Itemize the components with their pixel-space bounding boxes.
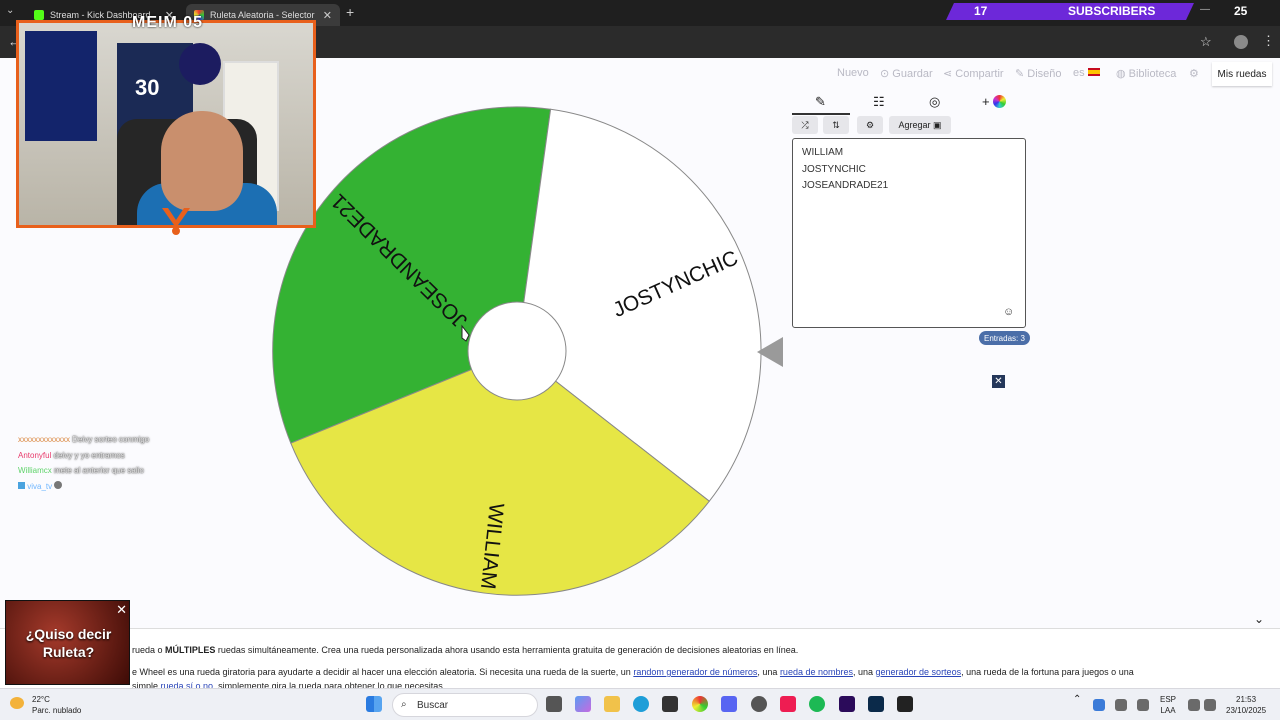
link-random-numbers[interactable]: random generador de números (633, 667, 757, 677)
weather-widget[interactable]: 22°C Parc. nublado (10, 694, 81, 716)
chat-message: Williamcx mete al anterior que salio (18, 463, 149, 479)
task-view-icon[interactable] (546, 696, 562, 712)
edge-icon[interactable] (633, 696, 649, 712)
start-icon[interactable] (366, 696, 382, 712)
description-line: rueda o MÚLTIPLES ruedas simultáneamente… (132, 645, 798, 655)
cam-poster (179, 43, 221, 85)
copilot-icon[interactable] (575, 696, 591, 712)
chat-message: viva_tv (18, 479, 149, 495)
link-name-wheel[interactable]: rueda de nombres (780, 667, 853, 677)
photoshop-icon[interactable] (868, 696, 884, 712)
network-icon[interactable] (1188, 699, 1200, 711)
tiktok-icon[interactable] (780, 696, 796, 712)
clock-time: 21:53 (1236, 695, 1257, 704)
text: e Wheel es una rueda giratoria para ayud… (132, 667, 634, 677)
link-raffle[interactable]: generador de sorteos (876, 667, 962, 677)
discord-icon[interactable] (721, 696, 737, 712)
chrome-icon[interactable] (692, 696, 708, 712)
tray-icon[interactable] (1137, 699, 1149, 711)
chat-text: Deivy sorteo conmigo (72, 435, 150, 444)
text: , una (757, 667, 780, 677)
popup-close-button[interactable]: ✕ (116, 602, 127, 618)
webcam-overlay: 30 (16, 20, 316, 228)
edit-icon[interactable]: ✎ (815, 94, 826, 110)
chat-user: Antonyful (18, 450, 52, 460)
tray-icon[interactable] (1093, 699, 1105, 711)
weather-icon (10, 697, 24, 709)
chat-avatar-icon (54, 480, 63, 489)
cam-jersey (25, 31, 97, 141)
gear-icon: ⚙ (865, 119, 875, 130)
text-bold: MÚLTIPLES (165, 645, 216, 655)
streamer-logo-icon (162, 208, 190, 235)
wheel-center[interactable] (467, 301, 567, 401)
advanced-button[interactable]: ⚙ (857, 116, 883, 134)
list-icon[interactable]: ☷ (873, 94, 885, 110)
description-line: e Wheel es una rueda giratoria para ayud… (132, 667, 1134, 677)
chat-user: viva_tv (27, 481, 53, 491)
taskbar: 22°C Parc. nublado ⌕ Buscar ⌃ ESP LAA 21:… (0, 688, 1280, 720)
add-image-button[interactable]: Agregar ▣ (889, 116, 951, 134)
chat-text: deivy y yo entramos (53, 450, 125, 460)
entry-line: WILLIAM (802, 147, 844, 158)
entries-count-badge: Entradas: 3 (979, 331, 1030, 345)
entries-textarea[interactable]: WILLIAM JOSTYNCHIC JOSEANDRADE21 (792, 138, 1026, 328)
taskbar-search[interactable]: ⌕ Buscar (392, 693, 538, 717)
chat-text: mete al anterior que salio (54, 466, 144, 475)
language-indicator[interactable]: ESP LAA (1160, 694, 1176, 716)
search-label: Buscar (417, 699, 449, 711)
steam-icon[interactable] (751, 696, 767, 712)
search-icon: ⌕ (401, 699, 407, 710)
entry-line: JOSEANDRADE21 (802, 180, 889, 191)
file-explorer-icon[interactable] (604, 696, 620, 712)
sort-button[interactable]: ⇅ (823, 116, 849, 134)
chat-message: xxxxxxxxxxxxx Deivy sorteo conmigo (18, 432, 149, 448)
shuffle-icon: ⤮ (801, 119, 809, 130)
chat-badge-icon (18, 481, 25, 489)
active-tab-indicator (792, 113, 850, 115)
clock-date: 23/10/2025 (1226, 706, 1267, 715)
shuffle-button[interactable]: ⤮ (792, 116, 818, 134)
sort-icon: ⇅ (832, 119, 840, 130)
text: , una (852, 667, 876, 677)
chat-overlay: xxxxxxxxxxxxx Deivy sorteo conmigo Anton… (18, 432, 149, 494)
lang-line2: LAA (1160, 706, 1176, 715)
emoji-icon[interactable]: ☺ (1003, 306, 1014, 318)
lang-line1: ESP (1160, 695, 1177, 704)
chevron-down-icon[interactable]: ⌄ (1254, 612, 1264, 626)
color-wheel-icon (993, 95, 1007, 108)
jersey-number: 30 (135, 75, 160, 100)
cam-person (161, 111, 243, 211)
clock[interactable]: 21:53 23/10/2025 (1226, 694, 1266, 716)
store-icon[interactable] (662, 696, 678, 712)
cam-name: MEIM 05 (132, 14, 204, 31)
obs-icon[interactable] (897, 696, 913, 712)
text: , una rueda de la fortuna para juegos o … (961, 667, 1134, 677)
wheel-pointer-icon (757, 337, 783, 367)
text: rueda o (132, 645, 166, 655)
hide-icon[interactable]: ◎ (929, 94, 940, 110)
add-label: Agregar (898, 120, 931, 130)
editor-tabs: ✎ ☷ ◎ + (792, 90, 1026, 114)
image-icon: ▣ (933, 119, 942, 130)
premiere-icon[interactable] (839, 696, 855, 712)
text: ruedas simultáneamente. Crea una rueda p… (215, 645, 799, 655)
tray-chevron-icon[interactable]: ⌃ (1073, 694, 1081, 705)
page-description (0, 628, 1280, 688)
chat-user: Williamcx (18, 466, 52, 475)
spotify-icon[interactable] (809, 696, 825, 712)
volume-icon[interactable] (1204, 699, 1216, 711)
popup-text: ¿Quiso decir Ruleta? (25, 626, 112, 660)
add-color-icon[interactable]: + (982, 94, 1007, 109)
chat-user: xxxxxxxxxxxxx (18, 435, 70, 444)
chat-message: Antonyful deivy y yo entramos (18, 448, 149, 464)
close-button[interactable]: ✕ (992, 375, 1005, 388)
entry-line: JOSTYNCHIC (802, 163, 866, 175)
tray-icon[interactable] (1115, 699, 1127, 711)
ad-popup[interactable]: ¿Quiso decir Ruleta? ✕ (5, 600, 130, 685)
